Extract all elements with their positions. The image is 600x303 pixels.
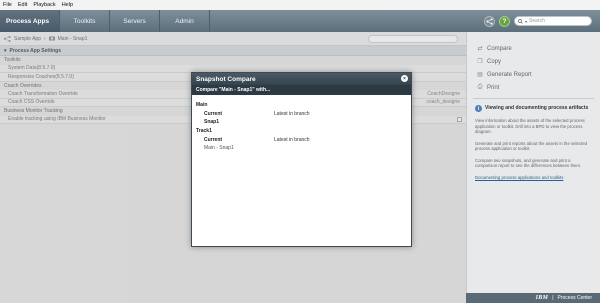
generate-report-action[interactable]: ▤ Generate Report (467, 68, 600, 81)
copy-icon: ❐ (477, 59, 483, 65)
tab-process-apps[interactable]: Process Apps (0, 10, 60, 32)
snapshot-name: Current (204, 110, 223, 117)
snapshot-row[interactable]: Current Latest in branch (196, 111, 407, 117)
print-icon: ⎙ (477, 84, 483, 90)
menu-edit[interactable]: Edit (18, 2, 27, 8)
menu-file[interactable]: File (3, 2, 12, 8)
snapshot-name: Main - Snap1 (204, 145, 234, 151)
menu-bar: File Edit Playback Help (0, 0, 600, 10)
snapshot-description: Latest in branch (274, 136, 310, 143)
snapshot-row[interactable]: Current Latest in branch (196, 137, 407, 143)
info-heading: i Viewing and documenting process artifa… (467, 105, 600, 112)
footer: IBM | Process Center (466, 293, 600, 303)
snapshot-row[interactable]: Main - Snap1 (196, 145, 407, 151)
divider: | (552, 295, 554, 301)
branch-heading: Main (196, 102, 208, 108)
menu-playback[interactable]: Playback (33, 2, 55, 8)
info-paragraph: Generate and print reports about the ass… (475, 140, 588, 152)
ibm-logo: IBM (535, 295, 549, 301)
nav-tools: ? ▾ Search (484, 10, 600, 32)
main-nav: Process Apps Toolkits Servers Admin ? ▾ … (0, 10, 600, 32)
compare-action[interactable]: ⇄ Compare (467, 42, 600, 55)
tab-toolkits[interactable]: Toolkits (60, 10, 110, 32)
info-icon: i (475, 105, 482, 112)
branch-heading: Track1 (196, 128, 212, 134)
report-icon: ▤ (477, 72, 483, 78)
print-label: Print (487, 84, 500, 91)
search-placeholder: Search (529, 18, 545, 24)
divider (473, 98, 594, 99)
snapshot-row[interactable]: Snap1 (196, 119, 407, 125)
product-name: Process Center (557, 295, 592, 301)
compare-icon: ⇄ (477, 46, 483, 52)
search-icon (518, 18, 523, 24)
snapshot-description: Latest in branch (274, 110, 310, 117)
compare-label: Compare (487, 45, 512, 52)
help-icon[interactable]: ? (499, 15, 510, 27)
print-action[interactable]: ⎙ Print (467, 81, 600, 94)
menu-help[interactable]: Help (62, 2, 73, 8)
documentation-link[interactable]: Documenting process applications and too… (467, 175, 600, 180)
tab-servers[interactable]: Servers (110, 10, 160, 32)
info-title: Viewing and documenting process artifact… (485, 105, 589, 111)
dialog-title-bar: Snapshot Compare × (192, 73, 411, 85)
snapshot-name: Snap1 (204, 119, 220, 125)
right-panel: ⇄ Compare ❐ Copy ▤ Generate Report ⎙ Pri… (466, 32, 600, 303)
snapshot-compare-dialog: Snapshot Compare × Compare "Main - Snap1… (191, 72, 412, 247)
global-search-input[interactable]: ▾ Search (514, 16, 592, 26)
info-paragraph: View information about the assets of the… (475, 118, 585, 134)
generate-report-label: Generate Report (487, 71, 532, 78)
copy-label: Copy (487, 58, 502, 65)
close-icon[interactable]: × (401, 75, 408, 82)
chevron-down-icon: ▾ (525, 18, 528, 24)
dialog-title: Snapshot Compare (196, 75, 256, 83)
copy-action[interactable]: ❐ Copy (467, 55, 600, 68)
info-paragraph: Compare two snapshots, and generate and … (475, 157, 582, 169)
snapshot-list: Main Current Latest in branch Snap1 Track1 Cu… (192, 95, 411, 155)
tab-admin[interactable]: Admin (160, 10, 210, 32)
dialog-subtitle: Compare "Main - Snap1" with... (192, 85, 411, 95)
share-icon[interactable] (484, 15, 495, 27)
snapshot-name: Current (204, 136, 223, 143)
